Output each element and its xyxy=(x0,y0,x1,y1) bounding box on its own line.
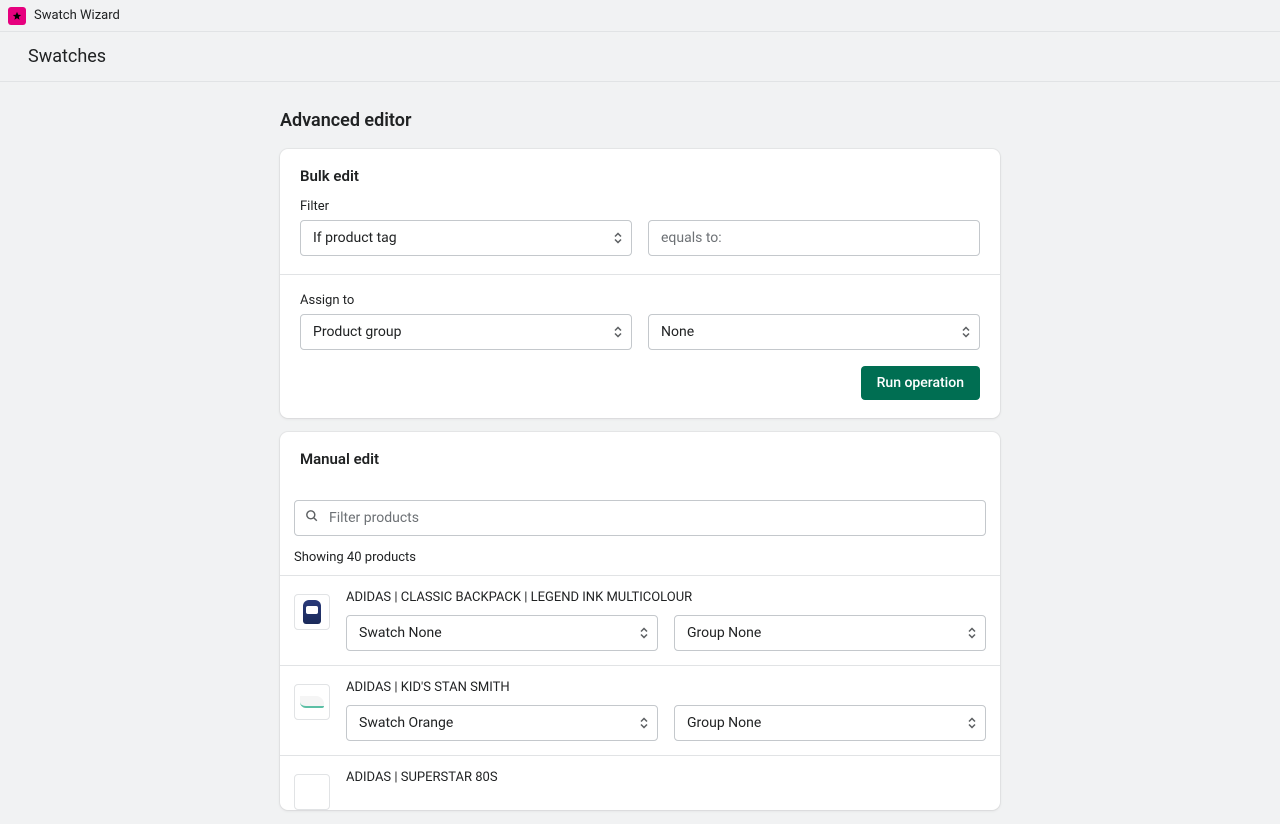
run-operation-button[interactable]: Run operation xyxy=(861,366,980,400)
filter-type-select[interactable]: If product tag xyxy=(300,220,632,256)
page-title: Swatches xyxy=(28,46,1252,67)
product-row: ADIDAS | CLASSIC BACKPACK | LEGEND INK M… xyxy=(280,575,1000,665)
assign-type-select[interactable]: Product group xyxy=(300,314,632,350)
product-thumbnail xyxy=(294,684,330,720)
product-row: ADIDAS | KID'S STAN SMITH Swatch Orange xyxy=(280,665,1000,755)
assign-label: Assign to xyxy=(300,293,980,308)
search-input[interactable] xyxy=(294,500,986,536)
product-list: ADIDAS | CLASSIC BACKPACK | LEGEND INK M… xyxy=(280,575,1000,810)
product-row: ADIDAS | SUPERSTAR 80S xyxy=(280,755,1000,810)
filter-value-input[interactable] xyxy=(648,220,980,256)
section-title: Advanced editor xyxy=(280,110,1000,131)
page-header: Swatches xyxy=(0,32,1280,82)
product-name: ADIDAS | CLASSIC BACKPACK | LEGEND INK M… xyxy=(346,590,986,605)
product-name: ADIDAS | KID'S STAN SMITH xyxy=(346,680,986,695)
product-swatch-select[interactable]: Swatch Orange xyxy=(346,705,658,741)
bulk-edit-card: Bulk edit Filter If product tag xyxy=(280,149,1000,418)
product-name: ADIDAS | SUPERSTAR 80S xyxy=(346,770,986,785)
assign-value-select[interactable]: None xyxy=(648,314,980,350)
product-group-select[interactable]: Group None xyxy=(674,705,986,741)
product-group-select[interactable]: Group None xyxy=(674,615,986,651)
app-title: Swatch Wizard xyxy=(34,8,120,23)
result-count: Showing 40 products xyxy=(294,550,986,565)
manual-edit-title: Manual edit xyxy=(300,450,980,468)
app-header: Swatch Wizard xyxy=(0,0,1280,32)
product-thumbnail xyxy=(294,594,330,630)
filter-label: Filter xyxy=(300,199,980,214)
product-thumbnail xyxy=(294,774,330,810)
product-swatch-select[interactable]: Swatch None xyxy=(346,615,658,651)
bulk-edit-title: Bulk edit xyxy=(300,167,980,185)
main-content: Advanced editor Bulk edit Filter If prod… xyxy=(280,82,1000,810)
manual-edit-card: Manual edit Showing 40 products ADIDAS |… xyxy=(280,432,1000,810)
app-logo-icon xyxy=(8,7,26,25)
